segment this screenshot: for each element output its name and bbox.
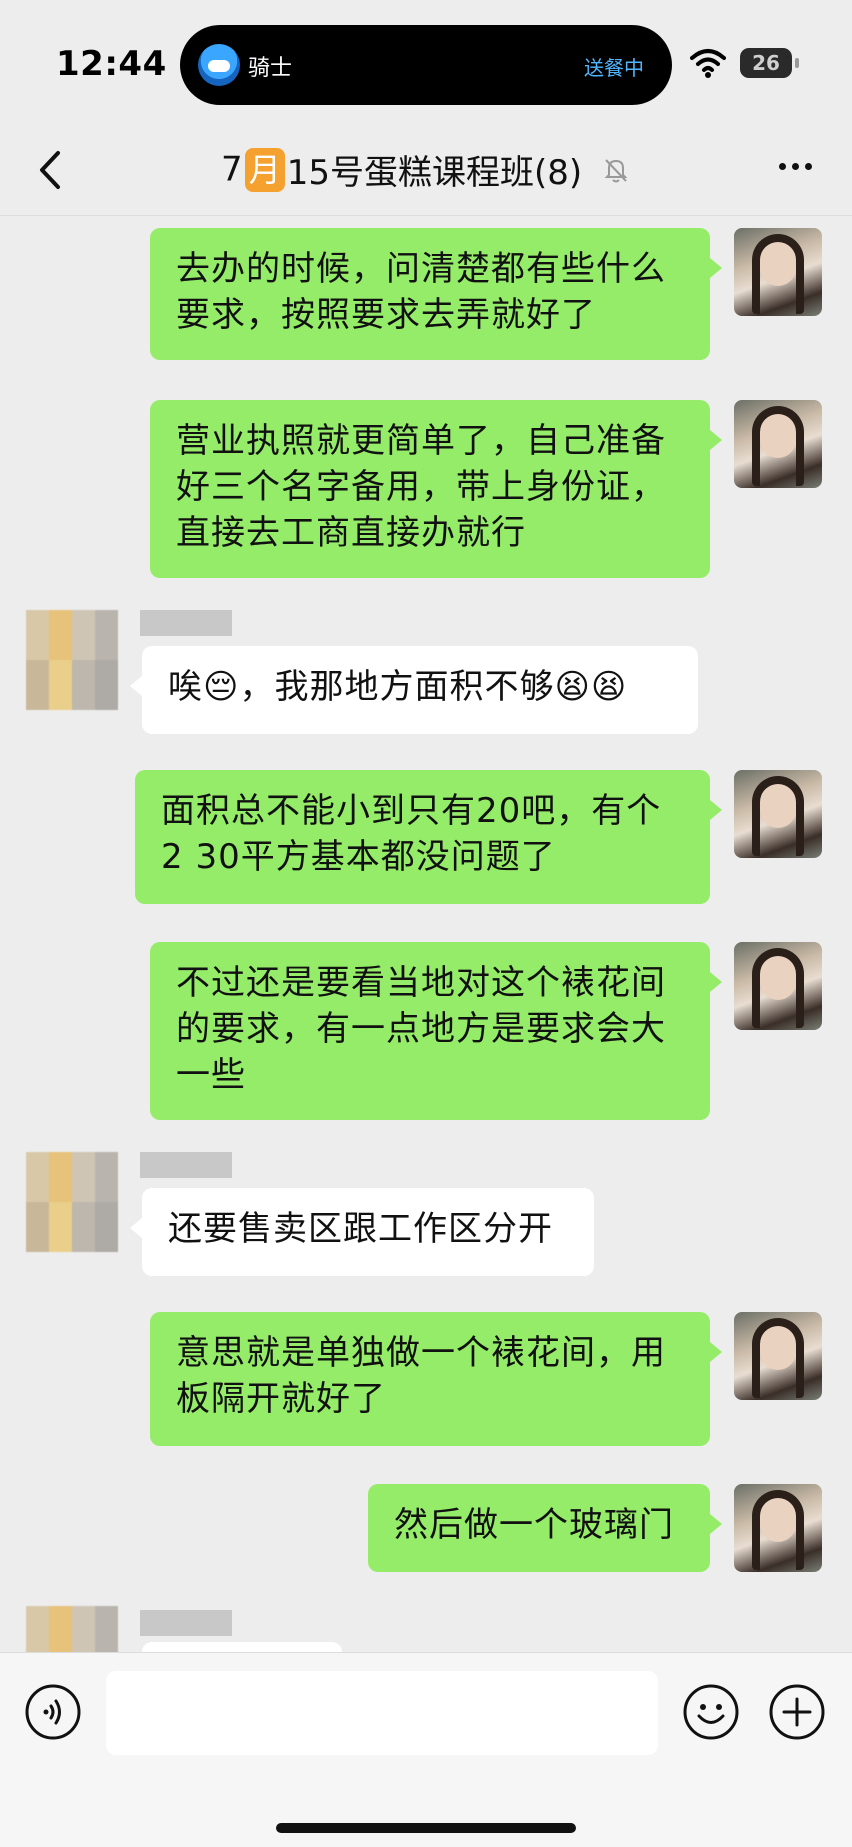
voice-icon[interactable] <box>24 1683 82 1741</box>
chat-title: 7 月 15号蛋糕课程班(8) <box>0 145 852 194</box>
message-list[interactable]: 去办的时候，问清楚都有些什么 要求，按照要求去弄就好了 营业执照就更简单了，自己… <box>0 216 852 1652</box>
message-bubble-self[interactable]: 营业执照就更简单了，自己准备 好三个名字备用，带上身份证， 直接去工商直接办就行 <box>150 400 722 578</box>
message-bubble-self[interactable]: 然后做一个玻璃门 <box>368 1484 722 1572</box>
avatar[interactable] <box>26 610 118 710</box>
dynamic-island[interactable]: 骑士 送餐中 <box>180 25 672 105</box>
status-bar: 12:44 骑士 送餐中 26 <box>0 0 852 125</box>
avatar[interactable] <box>734 1312 822 1400</box>
message-input[interactable] <box>106 1671 658 1755</box>
avatar[interactable] <box>734 770 822 858</box>
avatar[interactable] <box>26 1606 118 1652</box>
avatar[interactable] <box>26 1152 118 1252</box>
chat-header: 7 月 15号蛋糕课程班(8) <box>0 125 852 216</box>
wifi-icon <box>690 49 726 78</box>
bell-muted-icon <box>604 158 628 182</box>
input-bar <box>0 1652 852 1847</box>
message-bubble-self[interactable]: 不过还是要看当地对这个裱花间 的要求，有一点地方是要求会大 一些 <box>150 942 722 1120</box>
sender-name-blurred <box>140 1610 232 1636</box>
avatar[interactable] <box>734 228 822 316</box>
avatar[interactable] <box>734 400 822 488</box>
sender-name-blurred <box>140 610 232 636</box>
home-indicator[interactable] <box>276 1823 576 1833</box>
message-bubble-self[interactable]: 面积总不能小到只有20吧，有个 2 30平方基本都没问题了 <box>135 770 722 904</box>
more-dots-icon[interactable] <box>776 157 816 177</box>
chat-title-suffix: 15号蛋糕课程班(8) <box>286 153 583 193</box>
island-status: 送餐中 <box>584 56 644 80</box>
avatar[interactable] <box>734 1484 822 1572</box>
message-bubble-other[interactable]: 还要售卖区跟工作区分开 <box>130 1188 594 1276</box>
message-bubble-self[interactable]: 去办的时候，问清楚都有些什么 要求，按照要求去弄就好了 <box>150 228 722 360</box>
message-bubble-other[interactable]: 唉😔，我那地方面积不够😫😫 <box>130 646 698 734</box>
sender-name-blurred <box>140 1152 232 1178</box>
message-bubble-other[interactable] <box>142 1642 342 1652</box>
emoji-icon[interactable] <box>682 1683 740 1741</box>
plus-icon[interactable] <box>768 1683 826 1741</box>
chat-title-month-badge: 月 <box>244 147 285 192</box>
chat-title-prefix: 7 <box>221 149 243 190</box>
status-time: 12:44 <box>56 44 167 84</box>
island-label: 骑士 <box>248 56 293 81</box>
battery-indicator: 26 <box>740 48 799 78</box>
delivery-rider-icon <box>198 44 240 86</box>
avatar[interactable] <box>734 942 822 1030</box>
message-bubble-self[interactable]: 意思就是单独做一个裱花间，用 板隔开就好了 <box>150 1312 722 1446</box>
